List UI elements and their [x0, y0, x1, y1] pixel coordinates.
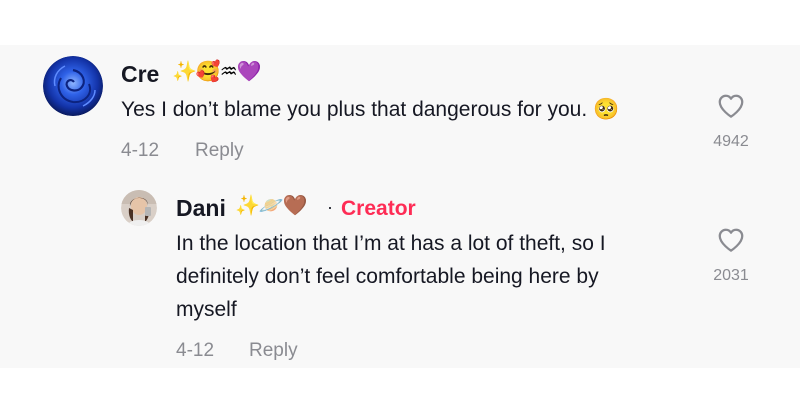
comment-reply-button[interactable]: Reply [195, 139, 244, 163]
creator-username[interactable]: Dani [176, 194, 226, 222]
commenter-avatar[interactable] [43, 56, 103, 116]
reply-like-heart-icon[interactable] [716, 225, 746, 255]
comment-date: 4-12 [121, 140, 160, 161]
creator-badge: Creator [341, 197, 416, 220]
reply-like-count: 2031 [713, 267, 749, 284]
comment-text: Yes I don’t blame you plus that dangerou… [121, 98, 620, 121]
commenter-username[interactable]: Cre [121, 60, 159, 88]
creator-avatar[interactable] [121, 190, 157, 226]
reply-reply-button[interactable]: Reply [249, 339, 298, 363]
commenter-name-emojis: ✨🥰♒💜 [172, 61, 262, 83]
like-heart-icon[interactable] [716, 91, 746, 121]
reply-text-line-3: myself [176, 298, 237, 321]
creator-name-emojis: ✨🪐🤎 [235, 195, 308, 217]
separator-dot: · [327, 197, 333, 217]
reply-text-line-2: definitely don’t feel comfortable being … [176, 265, 599, 288]
reply-text-line-1: In the location that I’m at has a lot of… [176, 232, 606, 255]
reply-date: 4-12 [176, 340, 215, 361]
comment-like-count: 4942 [713, 133, 749, 150]
